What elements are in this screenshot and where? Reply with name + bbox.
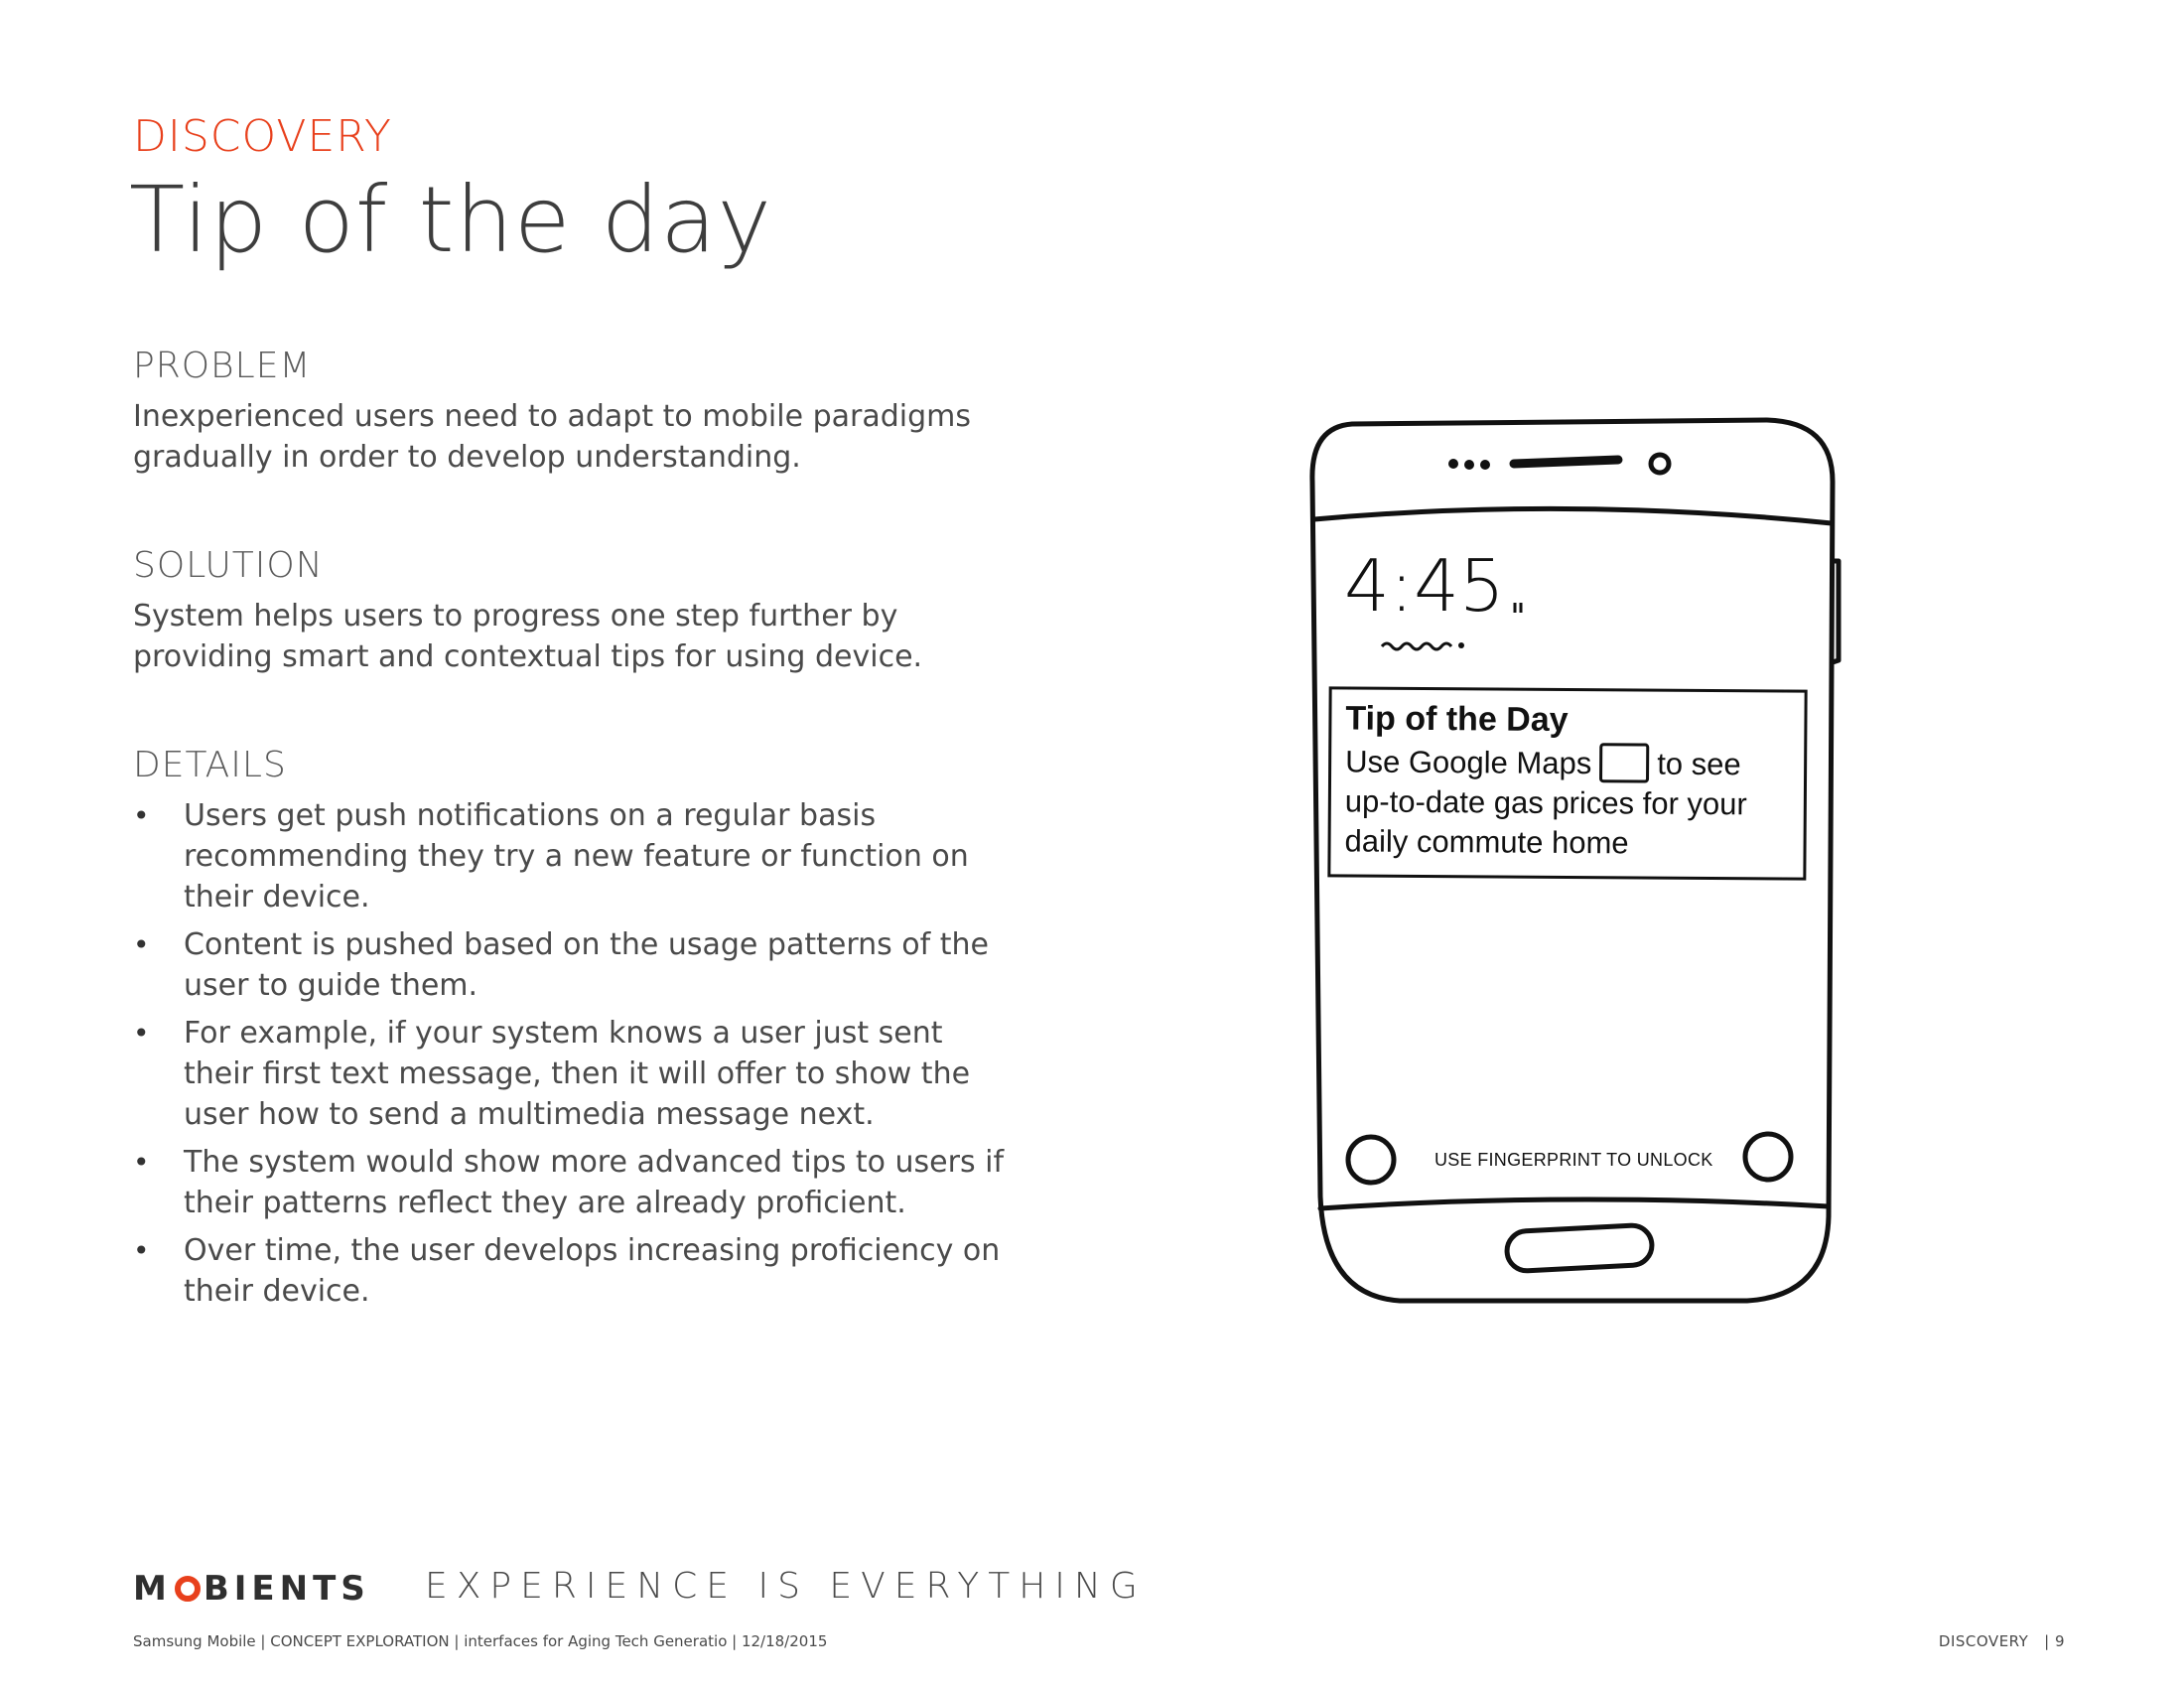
- tip-card-body: Use Google Maps to see up-to-date gas pri…: [1344, 742, 1790, 864]
- list-item-text: Over time, the user develops increasing …: [184, 1233, 1001, 1309]
- ampm-scribble: [1513, 603, 1523, 613]
- list-item-text: For example, if your system knows a user…: [184, 1016, 971, 1132]
- footer-tagline: EXPERIENCE IS EVERYTHING: [425, 1566, 1147, 1607]
- clock-time: 4:45: [1344, 544, 1505, 628]
- unlock-hint: USE FINGERPRINT TO UNLOCK: [1434, 1150, 1713, 1170]
- details-list: • Users get push notifications on a regul…: [133, 795, 1007, 1312]
- bullet-icon: •: [133, 928, 150, 961]
- list-item-text: Content is pushed based on the usage pat…: [184, 927, 989, 1003]
- bullet-icon: •: [133, 1146, 150, 1179]
- right-circle-outline: [1742, 1131, 1794, 1183]
- logo-suffix: BIENTS: [203, 1569, 370, 1609]
- list-item: • Over time, the user develops increasing…: [133, 1230, 1007, 1312]
- speaker-slot: [1509, 455, 1623, 469]
- footer-page-number: | 9: [2044, 1632, 2065, 1650]
- sensor-dot: [1464, 460, 1474, 470]
- problem-block: PROBLEM Inexperienced users need to adap…: [133, 346, 1007, 478]
- details-block: DETAILS • Users get push notifications on…: [133, 745, 1007, 1312]
- maps-app-icon[interactable]: [1599, 743, 1650, 783]
- problem-heading: PROBLEM: [133, 346, 312, 386]
- date-scribble: [1380, 641, 1453, 651]
- date-dot: [1458, 642, 1464, 648]
- sensor-dot: [1448, 459, 1458, 469]
- sensor-dot: [1480, 460, 1490, 470]
- solution-heading: SOLUTION: [133, 545, 324, 586]
- problem-body: Inexperienced users need to adapt to mob…: [133, 399, 971, 475]
- list-item: • Users get push notifications on a regul…: [133, 795, 1007, 917]
- list-item-text: The system would show more advanced tips…: [184, 1145, 1005, 1220]
- tip-notification-card[interactable]: Tip of the Day Use Google Maps to see up-…: [1327, 686, 1808, 881]
- footer-page-section: DISCOVERY: [1938, 1632, 2029, 1650]
- logo-prefix: M: [133, 1569, 172, 1609]
- list-item: • Content is pushed based on the usage pa…: [133, 924, 1007, 1006]
- screen-top-line: [1311, 505, 1835, 526]
- list-item: • For example, if your system knows a use…: [133, 1013, 1007, 1135]
- screen-bottom-line: [1317, 1196, 1832, 1211]
- bullet-icon: •: [133, 1234, 150, 1267]
- footer-page-info: DISCOVERY | 9: [1939, 1632, 2065, 1650]
- left-circle-outline: [1345, 1134, 1397, 1186]
- footer-meta: Samsung Mobile | CONCEPT EXPLORATION | i…: [133, 1632, 828, 1650]
- section-kicker: DISCOVERY: [133, 111, 392, 162]
- mobients-logo: M BIENTS: [133, 1569, 370, 1609]
- solution-block: SOLUTION System helps users to progress …: [133, 545, 1007, 677]
- page-title: Tip of the day: [129, 167, 772, 273]
- details-heading: DETAILS: [133, 745, 287, 785]
- tip-card-title: Tip of the Day: [1345, 699, 1569, 740]
- bullet-icon: •: [133, 799, 150, 832]
- camera-outline: [1648, 452, 1672, 476]
- logo-circle-icon: [174, 1576, 201, 1602]
- bullet-icon: •: [133, 1017, 150, 1050]
- list-item: • The system would show more advanced tip…: [133, 1142, 1007, 1223]
- tip-text-before: Use Google Maps: [1345, 744, 1592, 781]
- content-column: PROBLEM Inexperienced users need to adap…: [133, 346, 1007, 1379]
- solution-body: System helps users to progress one step …: [133, 599, 923, 674]
- list-item-text: Users get push notifications on a regula…: [184, 798, 969, 914]
- home-button-outline: [1504, 1222, 1655, 1274]
